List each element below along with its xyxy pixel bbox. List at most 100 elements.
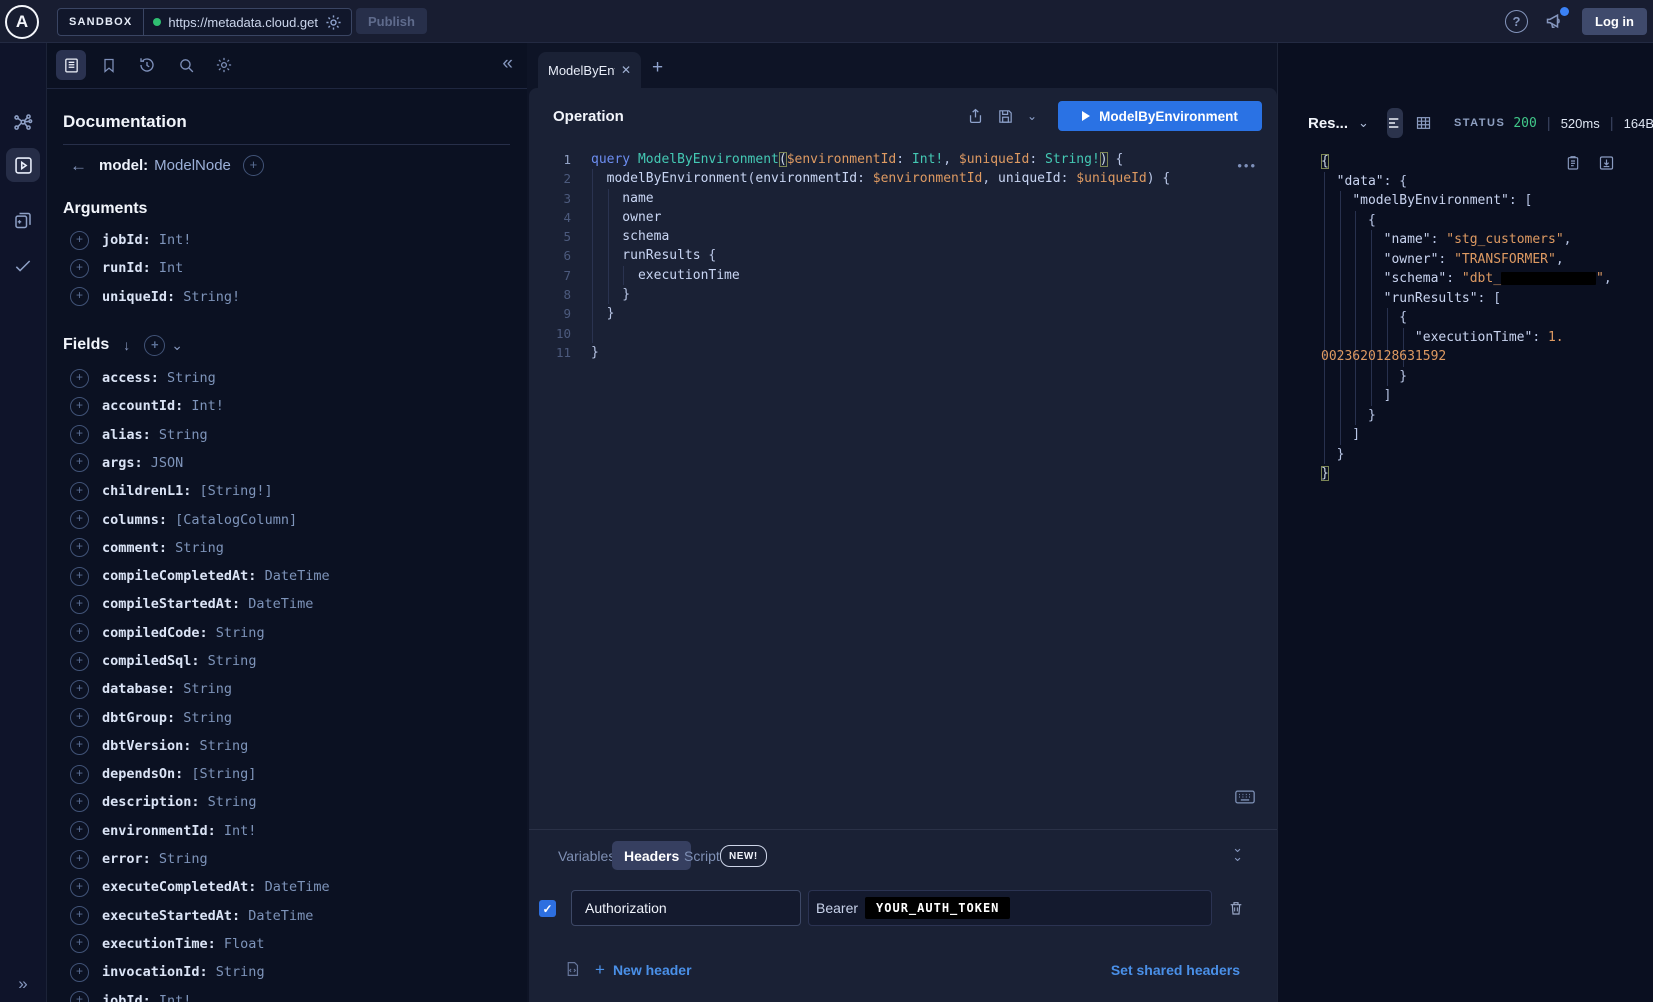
field-signature[interactable]: accountId: Int! [102, 398, 224, 414]
field-signature[interactable]: access: String [102, 370, 216, 386]
search-tab-icon[interactable] [171, 50, 201, 80]
copy-response-icon[interactable] [1565, 154, 1581, 172]
header-key-input[interactable]: Authorization [571, 890, 801, 926]
response-json[interactable]: { "data": { "modelByEnvironment": [ { "n… [1321, 152, 1649, 484]
breadcrumb-field-type[interactable]: ModelNode [154, 157, 231, 174]
add-to-query-plus-icon[interactable]: + [70, 538, 89, 557]
add-to-query-plus-icon[interactable]: + [70, 793, 89, 812]
add-to-query-plus-icon[interactable]: + [70, 850, 89, 869]
editor-line[interactable]: 6 runResults { [529, 246, 1277, 265]
endpoint-url-input[interactable]: https://metadata.cloud.get [168, 15, 318, 30]
tab-headers[interactable]: Headers [612, 841, 691, 870]
editor-line[interactable]: 3 name [529, 189, 1277, 208]
field-signature[interactable]: error: String [102, 851, 208, 867]
field-signature[interactable]: jobId: Int! [102, 993, 191, 1002]
save-options-chevron-icon[interactable]: ⌄ [1027, 109, 1037, 123]
endpoint-settings-gear-icon[interactable] [325, 14, 342, 31]
field-signature[interactable]: compiledCode: String [102, 625, 265, 641]
field-signature[interactable]: alias: String [102, 427, 208, 443]
add-to-query-plus-icon[interactable]: + [70, 821, 89, 840]
field-signature[interactable]: invocationId: String [102, 964, 265, 980]
add-to-query-plus-icon[interactable]: + [70, 680, 89, 699]
new-header-button[interactable]: + New header [595, 960, 692, 980]
add-to-query-plus-icon[interactable]: + [70, 595, 89, 614]
publish-button[interactable]: Publish [356, 8, 427, 34]
sort-fields-icon[interactable]: ↓ [123, 337, 130, 353]
checks-icon[interactable] [11, 256, 35, 276]
add-to-query-plus-icon[interactable]: + [70, 231, 89, 250]
help-icon[interactable]: ? [1505, 10, 1528, 33]
explorer-icon[interactable] [6, 148, 40, 182]
field-signature[interactable]: dbtVersion: String [102, 738, 248, 754]
documentation-tab-icon[interactable] [56, 50, 86, 80]
field-signature[interactable]: jobId: Int! [102, 232, 191, 248]
add-to-query-plus-icon[interactable]: + [70, 369, 89, 388]
editor-line[interactable]: 10 [529, 324, 1277, 343]
announcements-megaphone-icon[interactable] [1544, 11, 1566, 31]
back-arrow-icon[interactable]: ← [70, 156, 87, 176]
schema-graph-icon[interactable] [12, 112, 34, 134]
add-all-fields-plus-icon[interactable]: + [144, 335, 165, 356]
operation-tab[interactable]: ModelByEnvi... ✕ [538, 52, 641, 88]
collapse-docs-icon[interactable]: « [502, 53, 513, 75]
download-response-icon[interactable] [1598, 154, 1615, 172]
editor-line[interactable]: 4 owner [529, 208, 1277, 227]
preflight-script-icon[interactable] [564, 960, 581, 978]
add-to-query-plus-icon[interactable]: + [70, 652, 89, 671]
field-signature[interactable]: uniqueId: String! [102, 289, 240, 305]
field-signature[interactable]: comment: String [102, 540, 224, 556]
field-signature[interactable]: args: JSON [102, 455, 183, 471]
collapse-panel-double-chevron-icon[interactable]: ⌄ ⌄ [1232, 843, 1243, 861]
field-signature[interactable]: compileCompletedAt: DateTime [102, 568, 330, 584]
add-to-query-plus-icon[interactable]: + [70, 765, 89, 784]
login-button[interactable]: Log in [1582, 8, 1647, 35]
add-to-query-plus-icon[interactable]: + [70, 510, 89, 529]
run-operation-button[interactable]: ModelByEnvironment [1058, 101, 1262, 131]
operation-menu-ellipsis-icon[interactable]: ••• [1237, 158, 1257, 173]
expand-rail-icon[interactable]: » [0, 974, 46, 994]
add-to-query-plus-icon[interactable]: + [70, 736, 89, 755]
add-to-query-plus-icon[interactable]: + [70, 425, 89, 444]
add-to-query-plus-icon[interactable]: + [70, 906, 89, 925]
add-to-query-plus-icon[interactable]: + [70, 878, 89, 897]
field-signature[interactable]: compileStartedAt: DateTime [102, 596, 313, 612]
add-to-query-plus-icon[interactable]: + [70, 963, 89, 982]
field-signature[interactable]: dependsOn: [String] [102, 766, 256, 782]
keyboard-shortcuts-icon[interactable] [1235, 790, 1255, 804]
add-to-query-plus-icon[interactable]: + [70, 482, 89, 501]
fields-options-chevron-icon[interactable]: ⌄ [171, 337, 183, 354]
settings-tab-icon[interactable] [209, 50, 239, 80]
new-tab-plus-icon[interactable]: + [652, 58, 663, 78]
editor-line[interactable]: 1query ModelByEnvironment($environmentId… [529, 150, 1277, 169]
add-to-query-plus-icon[interactable]: + [70, 934, 89, 953]
history-tab-icon[interactable] [132, 50, 162, 80]
query-editor[interactable]: 1query ModelByEnvironment($environmentId… [529, 150, 1277, 650]
response-title[interactable]: Res... [1308, 115, 1348, 132]
raw-view-button[interactable] [1387, 108, 1403, 138]
field-signature[interactable]: columns: [CatalogColumn] [102, 512, 297, 528]
field-signature[interactable]: runId: Int [102, 260, 183, 276]
close-tab-icon[interactable]: ✕ [621, 63, 631, 77]
apollo-logo[interactable]: A [5, 5, 39, 39]
add-field-plus-icon[interactable]: + [243, 155, 264, 176]
bookmarks-tab-icon[interactable] [94, 50, 124, 80]
header-value-input[interactable]: Bearer YOUR_AUTH_TOKEN [808, 890, 1212, 926]
field-signature[interactable]: description: String [102, 794, 256, 810]
editor-line[interactable]: 9 } [529, 304, 1277, 323]
editor-line[interactable]: 2 modelByEnvironment(environmentId: $env… [529, 169, 1277, 188]
editor-line[interactable]: 5 schema [529, 227, 1277, 246]
field-signature[interactable]: executeCompletedAt: DateTime [102, 879, 330, 895]
add-to-query-plus-icon[interactable]: + [70, 259, 89, 278]
add-to-query-plus-icon[interactable]: + [70, 287, 89, 306]
save-operation-icon[interactable] [997, 108, 1014, 125]
set-shared-headers-link[interactable]: Set shared headers [1111, 962, 1240, 978]
field-signature[interactable]: compiledSql: String [102, 653, 256, 669]
field-signature[interactable]: childrenL1: [String!] [102, 483, 273, 499]
field-signature[interactable]: database: String [102, 681, 232, 697]
tab-script[interactable]: Script [684, 841, 720, 870]
add-to-query-plus-icon[interactable]: + [70, 453, 89, 472]
editor-line[interactable]: 11} [529, 343, 1277, 362]
add-to-query-plus-icon[interactable]: + [70, 708, 89, 727]
endpoint-url-cell[interactable]: https://metadata.cloud.get [144, 14, 351, 31]
table-view-button[interactable] [1415, 108, 1432, 138]
